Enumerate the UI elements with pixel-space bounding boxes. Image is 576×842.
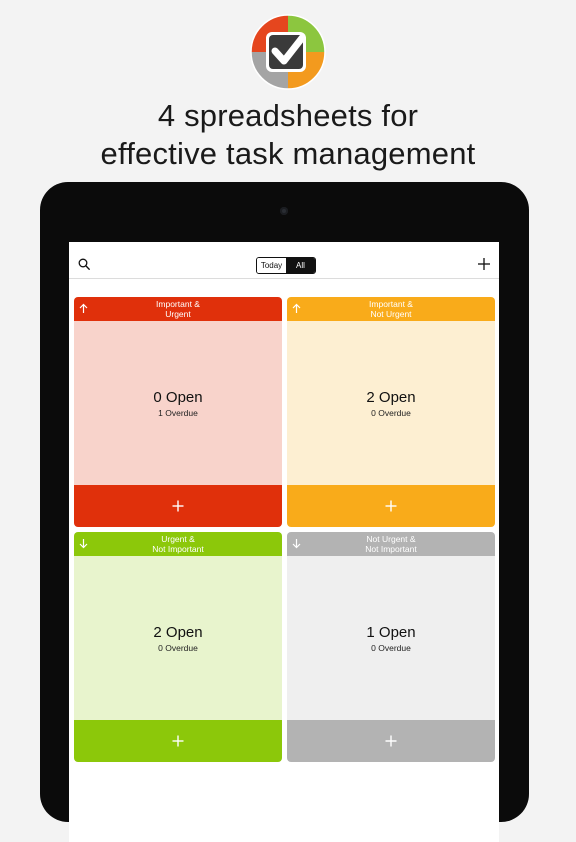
- overdue-count: 0 Overdue: [371, 408, 411, 418]
- quadrant-title-line-1: Urgent &: [161, 534, 195, 544]
- quadrant-body[interactable]: 0 Open 1 Overdue: [74, 321, 282, 485]
- arrow-up-icon: [292, 303, 301, 313]
- toolbar: Today All: [69, 242, 499, 279]
- quadrant-header: Important & Not Urgent: [287, 297, 495, 321]
- arrow-down-icon: [79, 539, 88, 549]
- quadrant-title-line-1: Important &: [369, 299, 413, 309]
- quadrant-title-line-2: Not Urgent: [370, 309, 412, 319]
- quadrant-title-line-2: Not Important: [365, 544, 417, 554]
- today-all-segmented-control: Today All: [256, 257, 316, 274]
- quadrant-title-line-2: Not Important: [152, 544, 204, 554]
- quadrant-header: Important & Urgent: [74, 297, 282, 321]
- headline-line-1: 4 spreadsheets for: [157, 98, 419, 133]
- camera-icon: [280, 207, 288, 215]
- overdue-count: 0 Overdue: [158, 643, 198, 653]
- arrow-down-icon: [292, 539, 301, 549]
- quadrant-header: Urgent & Not Important: [74, 532, 282, 556]
- search-icon[interactable]: [78, 258, 90, 270]
- quadrant-urgent-not-important[interactable]: Urgent & Not Important 2 Open 0 Overdue: [74, 532, 282, 762]
- quadrant-not-urgent-not-important[interactable]: Not Urgent & Not Important 1 Open 0 Over…: [287, 532, 495, 762]
- add-task-to-quadrant-button[interactable]: [287, 485, 495, 527]
- segment-today[interactable]: Today: [257, 258, 286, 273]
- add-task-button[interactable]: [477, 257, 491, 271]
- overdue-count: 0 Overdue: [371, 643, 411, 653]
- quadrant-title-line-1: Important &: [156, 299, 200, 309]
- quadrant-header: Not Urgent & Not Important: [287, 532, 495, 556]
- overdue-count: 1 Overdue: [158, 408, 198, 418]
- open-count: 1 Open: [366, 624, 416, 641]
- headline-line-2: effective task management: [100, 136, 476, 171]
- open-count: 2 Open: [153, 624, 203, 641]
- plus-icon: [172, 500, 184, 512]
- quadrant-important-not-urgent[interactable]: Important & Not Urgent 2 Open 0 Overdue: [287, 297, 495, 527]
- open-count: 2 Open: [366, 389, 416, 406]
- ipad-frame: Today All Important & Urgent 0 Open 1 Ov…: [40, 182, 529, 842]
- plus-icon: [385, 735, 397, 747]
- quadrant-title-line-1: Not Urgent &: [366, 534, 416, 544]
- add-task-to-quadrant-button[interactable]: [74, 485, 282, 527]
- app-screen: Today All Important & Urgent 0 Open 1 Ov…: [69, 242, 499, 842]
- open-count: 0 Open: [153, 389, 203, 406]
- add-task-to-quadrant-button[interactable]: [287, 720, 495, 762]
- quadrant-body[interactable]: 2 Open 0 Overdue: [287, 321, 495, 485]
- quadrant-body[interactable]: 1 Open 0 Overdue: [287, 556, 495, 720]
- quadrant-body[interactable]: 2 Open 0 Overdue: [74, 556, 282, 720]
- segment-all[interactable]: All: [286, 258, 315, 273]
- app-logo-icon: [250, 14, 326, 90]
- quadrant-title-line-2: Urgent: [165, 309, 191, 319]
- plus-icon: [385, 500, 397, 512]
- quadrant-important-urgent[interactable]: Important & Urgent 0 Open 1 Overdue: [74, 297, 282, 527]
- arrow-up-icon: [79, 303, 88, 313]
- plus-icon: [172, 735, 184, 747]
- add-task-to-quadrant-button[interactable]: [74, 720, 282, 762]
